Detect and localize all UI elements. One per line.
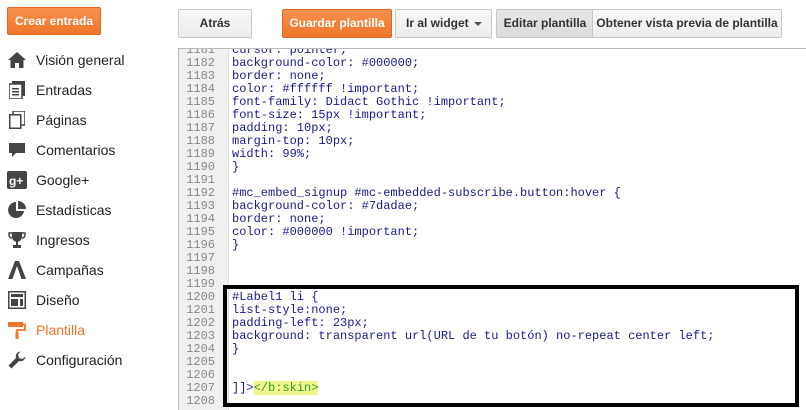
code-content: background-color: #7dadae;: [232, 199, 420, 213]
code-content: list-style:none;: [232, 303, 348, 317]
line-number: 1208: [186, 394, 215, 408]
code-content: color: #ffffff !important;: [232, 82, 420, 96]
code-content: color: #000000 !important;: [232, 225, 420, 239]
code-line: 1198: [179, 265, 806, 278]
home-icon: [7, 50, 27, 70]
code-content: background-color: #000000;: [232, 56, 420, 70]
comments-icon: [7, 140, 27, 160]
sidebar-item-label: Diseño: [36, 292, 80, 308]
sidebar-item-earnings[interactable]: Ingresos: [0, 225, 170, 255]
code-line: 1196}: [179, 239, 806, 252]
sidebar-item-label: Google+: [36, 172, 90, 188]
code-line: 1195 color: #000000 !important;: [179, 226, 806, 239]
sidebar: Crear entrada Visión general Entradas Pá…: [0, 0, 170, 410]
code-text: color: #000000 !important;: [232, 226, 419, 239]
code-content: }: [232, 238, 240, 252]
edit-template-button[interactable]: Editar plantilla: [496, 9, 593, 38]
code-text: width: 99%;: [232, 148, 311, 161]
sidebar-item-overview[interactable]: Visión general: [0, 45, 170, 75]
sidebar-item-stats[interactable]: Estadísticas: [0, 195, 170, 225]
jump-to-widget-dropdown[interactable]: Ir al widget: [395, 9, 492, 38]
sidebar-item-label: Visión general: [36, 52, 125, 68]
jump-to-widget-label: Ir al widget: [406, 16, 469, 30]
code-lines: 1181 cursor: pointer; 1182 background-color…: [179, 49, 806, 408]
code-content: padding: 10px;: [232, 121, 333, 135]
posts-icon: [7, 80, 27, 100]
sidebar-item-label: Comentarios: [36, 142, 116, 158]
code-content: }: [232, 160, 240, 174]
preview-template-button[interactable]: Obtener vista previa de plantilla: [592, 9, 782, 38]
code-text: }: [232, 161, 239, 174]
save-template-button[interactable]: Guardar plantilla: [282, 9, 392, 38]
code-line: 1207]]></b:skin>: [179, 381, 806, 395]
sidebar-item-label: Ingresos: [36, 232, 90, 248]
wrench-icon: [7, 350, 27, 370]
code-content: ]]>: [232, 381, 254, 395]
google-plus-icon: g+: [7, 170, 27, 190]
campaigns-icon: [7, 260, 27, 280]
pages-icon: [7, 110, 27, 130]
sidebar-item-label: Configuración: [36, 352, 123, 368]
sidebar-item-label: Plantilla: [36, 322, 86, 338]
code-content: #mc_embed_signup #mc-embedded-subscribe.…: [232, 186, 621, 200]
sidebar-item-posts[interactable]: Entradas: [0, 75, 170, 105]
code-line: 1208: [179, 395, 806, 408]
code-content: border: none;: [232, 69, 326, 83]
code-content: font-family: Didact Gothic !important;: [232, 95, 506, 109]
layout-icon: [7, 290, 27, 310]
code-text: }: [232, 239, 239, 252]
code-line: 1205: [179, 356, 806, 369]
stats-icon: [7, 200, 27, 220]
code-content: padding-left: 23px;: [232, 316, 369, 330]
code-line: 1197: [179, 252, 806, 265]
sidebar-item-settings[interactable]: Configuración: [0, 345, 170, 375]
sidebar-item-label: Páginas: [36, 112, 87, 128]
sidebar-item-label: Campañas: [36, 262, 104, 278]
sidebar-item-google-plus[interactable]: g+ Google+: [0, 165, 170, 195]
sidebar-item-comments[interactable]: Comentarios: [0, 135, 170, 165]
code-line: 1204}: [179, 343, 806, 356]
code-line: 1203 background: transparent url(URL de t…: [179, 330, 806, 343]
sidebar-item-pages[interactable]: Páginas: [0, 105, 170, 135]
code-editor[interactable]: 1181 cursor: pointer; 1182 background-color…: [178, 48, 806, 410]
highlighted-tag: </b:skin>: [253, 381, 319, 395]
sidebar-nav: Visión general Entradas Páginas Comentar…: [0, 45, 170, 375]
code-line: 1190}: [179, 161, 806, 174]
code-content: }: [232, 342, 240, 356]
sidebar-item-label: Entradas: [36, 82, 93, 98]
code-content: margin-top: 10px;: [232, 134, 355, 148]
code-line: 1189 width: 99%;: [179, 148, 806, 161]
chevron-down-icon: [474, 22, 482, 26]
trophy-icon: [7, 230, 27, 250]
code-content: #Label1 li {: [232, 290, 319, 304]
template-icon: [7, 320, 27, 340]
svg-text:g+: g+: [9, 174, 23, 188]
code-text: }: [232, 343, 239, 356]
code-content: border: none;: [232, 212, 326, 226]
code-content: width: 99%;: [232, 147, 312, 161]
code-content: background: transparent url(URL de tu bo…: [232, 329, 715, 343]
sidebar-item-campaigns[interactable]: Campañas: [0, 255, 170, 285]
sidebar-item-template[interactable]: Plantilla: [0, 315, 170, 345]
code-content: font-size: 15px !important;: [232, 108, 427, 122]
sidebar-item-label: Estadísticas: [36, 202, 112, 218]
code-text: ]]></b:skin>: [232, 381, 319, 395]
create-post-button[interactable]: Crear entrada: [7, 7, 101, 35]
back-button[interactable]: Atrás: [178, 9, 252, 38]
code-text: background: transparent url(URL de tu bo…: [232, 330, 714, 343]
sidebar-item-layout[interactable]: Diseño: [0, 285, 170, 315]
